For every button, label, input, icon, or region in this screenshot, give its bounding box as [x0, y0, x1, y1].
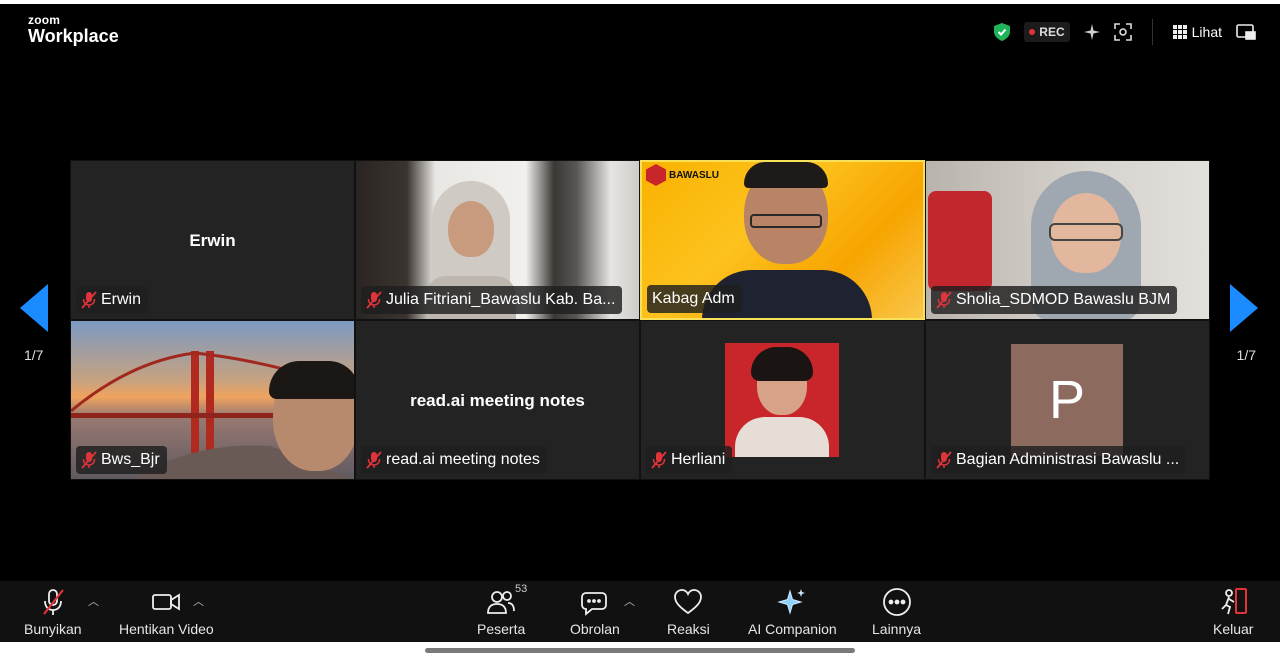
participant-name: Sholia_SDMOD Bawaslu BJM — [956, 291, 1171, 308]
participant-name-label: Kabag Adm — [647, 285, 742, 313]
brand-small: zoom — [28, 13, 61, 27]
participant-name: Bws_Bjr — [101, 451, 160, 468]
participant-name: Herliani — [671, 451, 726, 468]
participant-video — [702, 162, 872, 318]
bawaslu-logo: BAWASLU — [646, 164, 719, 186]
mic-muted-icon — [651, 451, 667, 469]
video-camera-icon — [152, 593, 181, 611]
reactions-label: Reaksi — [667, 621, 710, 637]
avatar-initial: P — [1048, 370, 1086, 430]
ai-companion-button[interactable]: AI Companion — [748, 587, 837, 637]
participant-name: read.ai meeting notes — [386, 451, 540, 468]
minimize-window-icon[interactable] — [1236, 24, 1256, 40]
participant-name: Julia Fitriani_Bawaslu Kab. Ba... — [386, 291, 616, 308]
participant-name: Kabag Adm — [652, 290, 735, 307]
participant-tile[interactable]: Julia Fitriani_Bawaslu Kab. Ba... — [355, 160, 640, 320]
unmute-button[interactable]: Bunyikan — [24, 587, 82, 637]
participants-label: Peserta — [477, 621, 526, 637]
previous-page-button[interactable] — [20, 284, 48, 332]
participants-count: 53 — [515, 583, 528, 595]
participant-tile[interactable]: Bws_Bjr — [70, 320, 355, 480]
page-indicator-right: 1/7 — [1236, 347, 1256, 363]
profile-photo — [725, 343, 839, 457]
participant-display-name: Erwin — [189, 231, 236, 250]
mic-muted-icon — [936, 451, 952, 469]
participants-icon — [487, 591, 516, 614]
mic-muted-icon — [936, 291, 952, 309]
participant-name-label: Herliani — [646, 446, 733, 474]
chat-button[interactable]: Obrolan — [570, 587, 620, 637]
participant-tile[interactable]: Sholia_SDMOD Bawaslu BJM — [925, 160, 1210, 320]
os-home-indicator[interactable] — [425, 648, 855, 653]
unmute-label: Bunyikan — [24, 621, 82, 637]
participant-name: Bagian Administrasi Bawaslu ... — [956, 451, 1180, 468]
focus-mode-icon[interactable] — [1113, 23, 1132, 41]
next-page-button[interactable] — [1230, 284, 1258, 332]
participant-display-name: read.ai meeting notes — [410, 391, 585, 410]
page-indicator-left: 1/7 — [24, 347, 44, 363]
participant-name: Erwin — [101, 291, 142, 308]
participant-tile[interactable]: P Bagian Administrasi Bawaslu ... — [925, 320, 1210, 480]
participant-name-label: Julia Fitriani_Bawaslu Kab. Ba... — [361, 286, 623, 314]
zoom-window: zoom Workplace REC Lihat 1/7 1/7 Erwin E… — [0, 4, 1280, 642]
mic-muted-icon — [81, 291, 97, 309]
participant-video — [261, 361, 354, 479]
encryption-shield-icon[interactable] — [994, 23, 1011, 41]
more-options-icon — [882, 588, 911, 616]
ai-sparkle-icon — [777, 589, 806, 615]
participant-name-label: Bws_Bjr — [76, 446, 167, 474]
video-gallery: Erwin Erwin Julia Fitriani_Bawaslu Kab. … — [70, 160, 1210, 480]
leave-label: Keluar — [1213, 621, 1254, 637]
rec-dot-icon — [1029, 29, 1036, 35]
leave-button[interactable]: Keluar — [1213, 587, 1253, 637]
more-button[interactable]: Lainnya — [872, 587, 921, 637]
avatar-letter: P — [1011, 344, 1123, 456]
leave-door-icon — [1221, 588, 1248, 615]
more-label: Lainnya — [872, 621, 922, 637]
heart-icon — [674, 589, 703, 615]
stop-video-label: Hentikan Video — [119, 621, 214, 637]
participant-name-label: Sholia_SDMOD Bawaslu BJM — [931, 286, 1178, 314]
ai-companion-label: AI Companion — [748, 621, 837, 637]
audio-options-chevron-up-icon[interactable]: ︿ — [88, 593, 99, 609]
view-label: Lihat — [1191, 24, 1222, 40]
recording-indicator[interactable]: REC — [1024, 22, 1070, 42]
mic-muted-icon — [42, 589, 64, 615]
participant-tile-active-speaker[interactable]: BAWASLU Kabag Adm — [640, 160, 925, 320]
sparkle-icon[interactable] — [1083, 24, 1100, 40]
app-logo: zoom Workplace — [28, 14, 119, 45]
chat-options-chevron-up-icon[interactable]: ︿ — [624, 593, 635, 609]
participant-name-label: read.ai meeting notes — [361, 446, 547, 474]
header-divider — [1151, 19, 1153, 45]
chat-label: Obrolan — [570, 621, 620, 637]
view-button[interactable]: Lihat — [1172, 24, 1222, 40]
participant-tile[interactable]: Herliani — [640, 320, 925, 480]
rec-label: REC — [1039, 25, 1065, 39]
background-object — [928, 191, 992, 291]
video-options-chevron-up-icon[interactable]: ︿ — [193, 593, 204, 609]
meeting-toolbar: Bunyikan ︿ Hentikan Video ︿ Peserta 53 O… — [0, 581, 1280, 642]
brand-big: Workplace — [28, 26, 119, 46]
mic-muted-icon — [366, 451, 382, 469]
header-controls: REC Lihat — [994, 19, 1256, 45]
reactions-button[interactable]: Reaksi — [667, 587, 710, 637]
grid-view-icon — [1172, 25, 1187, 39]
chat-icon — [581, 592, 607, 616]
mic-muted-icon — [366, 291, 382, 309]
participant-name-label: Bagian Administrasi Bawaslu ... — [931, 446, 1187, 474]
participant-tile[interactable]: read.ai meeting notes read.ai meeting no… — [355, 320, 640, 480]
bawaslu-logo-text: BAWASLU — [669, 169, 719, 181]
mic-muted-icon — [81, 451, 97, 469]
participant-name-label: Erwin — [76, 286, 149, 314]
participant-tile[interactable]: Erwin Erwin — [70, 160, 355, 320]
